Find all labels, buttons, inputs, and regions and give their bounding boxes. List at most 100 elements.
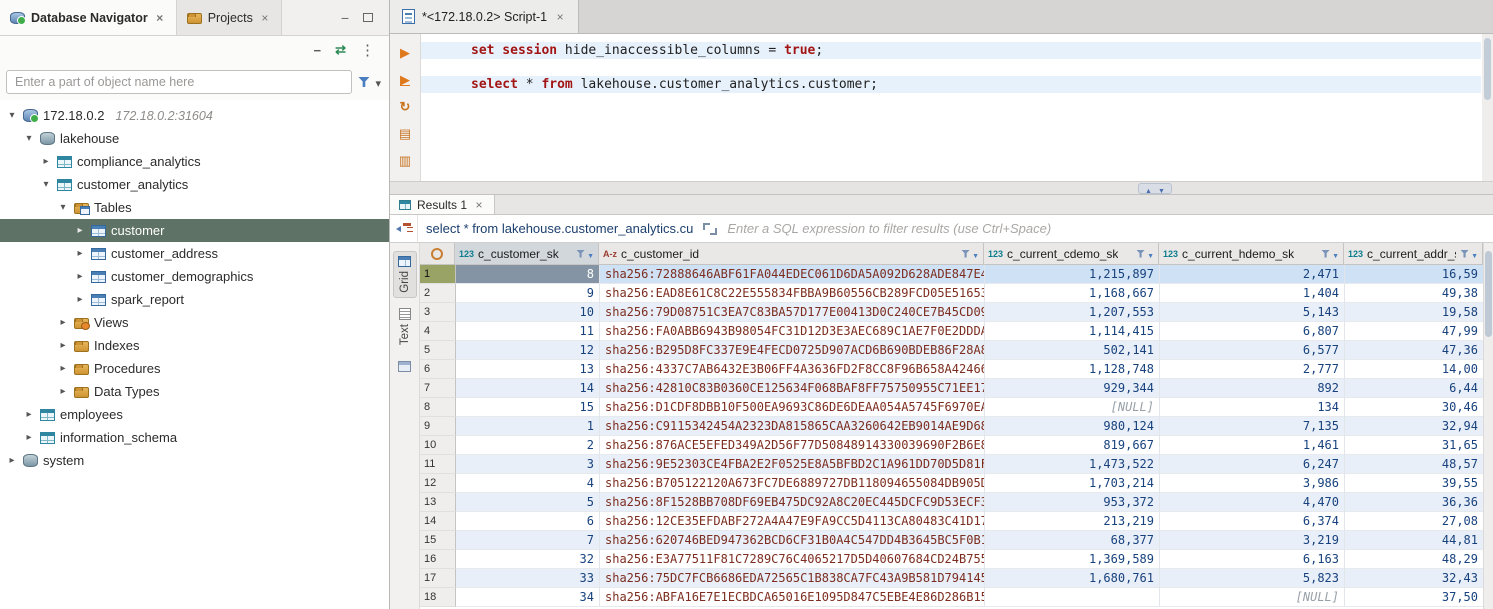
maximize-icon[interactable] (363, 13, 373, 22)
row-number-cell[interactable]: 15 (420, 531, 456, 550)
chevron-right-icon[interactable] (74, 294, 86, 305)
data-cell[interactable]: sha256:B295D8FC337E9E4FECD0725D907ACD6B6… (600, 341, 985, 360)
tree-item-customer-address[interactable]: customer_address (0, 242, 389, 265)
tab-projects[interactable]: Projects (177, 0, 282, 35)
chevron-right-icon[interactable] (23, 432, 35, 443)
row-number-cell[interactable]: 12 (420, 474, 456, 493)
data-cell[interactable]: 8 (456, 265, 600, 284)
data-cell[interactable]: 5 (456, 493, 600, 512)
data-cell[interactable]: 6 (456, 512, 600, 531)
data-cell[interactable]: 32,94 (1345, 417, 1483, 436)
tree-item-customer-analytics[interactable]: customer_analytics (0, 173, 389, 196)
data-cell[interactable] (985, 588, 1160, 607)
row-number-cell[interactable]: 11 (420, 455, 456, 474)
data-cell[interactable]: 9 (456, 284, 600, 303)
chevron-right-icon[interactable] (74, 248, 86, 259)
row-number-cell[interactable]: 16 (420, 550, 456, 569)
sql-line-3[interactable]: select * from lakehouse.customer_analyti… (421, 76, 1481, 93)
view-menu-icon[interactable] (360, 41, 375, 59)
data-cell[interactable]: 49,38 (1345, 284, 1483, 303)
data-cell[interactable]: 3 (456, 455, 600, 474)
tab-database-navigator[interactable]: Database Navigator (0, 0, 177, 35)
data-cell[interactable]: sha256:620746BED947362BCD6CF31B0A4C547DD… (600, 531, 985, 550)
data-cell[interactable]: 1,404 (1160, 284, 1345, 303)
row-number-cell[interactable]: 13 (420, 493, 456, 512)
tree-item-lakehouse[interactable]: lakehouse (0, 127, 389, 150)
tree-item-customer-demographics[interactable]: customer_demographics (0, 265, 389, 288)
data-cell[interactable]: 980,124 (985, 417, 1160, 436)
data-cell[interactable]: 1,114,415 (985, 322, 1160, 341)
data-cell[interactable]: 12 (456, 341, 600, 360)
data-cell[interactable]: 11 (456, 322, 600, 341)
row-number-cell[interactable]: 1 (420, 265, 456, 284)
column-header-c-customer-id[interactable]: A-zc_customer_id (599, 243, 984, 264)
chevron-down-icon[interactable] (40, 179, 52, 190)
data-cell[interactable]: sha256:8F1528BB708DF69EB475DC92A8C20EC44… (600, 493, 985, 512)
tree-item-spark-report[interactable]: spark_report (0, 288, 389, 311)
column-header-c-customer-sk[interactable]: 123c_customer_sk (455, 243, 599, 264)
column-filter-control[interactable] (576, 247, 594, 261)
data-cell[interactable]: 19,58 (1345, 303, 1483, 322)
column-filter-control[interactable] (1321, 247, 1339, 261)
row-number-cell[interactable]: 2 (420, 284, 456, 303)
data-cell[interactable]: 32 (456, 550, 600, 569)
tab-sql-script[interactable]: *<172.18.0.2> Script-1 (390, 0, 579, 33)
data-cell[interactable]: 30,46 (1345, 398, 1483, 417)
data-cell[interactable]: 6,44 (1345, 379, 1483, 398)
data-cell[interactable]: 16,59 (1345, 265, 1483, 284)
column-header-c-current-addr-sk[interactable]: 123c_current_addr_sk (1344, 243, 1483, 264)
data-cell[interactable]: 1,128,748 (985, 360, 1160, 379)
data-cell[interactable]: 4,470 (1160, 493, 1345, 512)
close-icon[interactable] (554, 10, 566, 24)
row-number-cell[interactable]: 10 (420, 436, 456, 455)
close-icon[interactable] (473, 198, 485, 212)
data-cell[interactable]: 34 (456, 588, 600, 607)
row-number-cell[interactable]: 8 (420, 398, 456, 417)
data-cell[interactable]: 48,29 (1345, 550, 1483, 569)
execute-statement-icon[interactable] (396, 44, 414, 62)
row-number-cell[interactable]: 7 (420, 379, 456, 398)
data-cell[interactable]: 48,57 (1345, 455, 1483, 474)
minimize-icon[interactable] (341, 10, 349, 26)
chevron-right-icon[interactable] (6, 455, 18, 466)
data-cell[interactable]: 6,247 (1160, 455, 1345, 474)
show-output-icon[interactable] (396, 152, 414, 170)
row-number-cell[interactable]: 4 (420, 322, 456, 341)
data-cell[interactable]: 1,207,553 (985, 303, 1160, 322)
tree-item-indexes[interactable]: Indexes (0, 334, 389, 357)
data-cell[interactable]: 502,141 (985, 341, 1160, 360)
data-cell[interactable]: 2,471 (1160, 265, 1345, 284)
tree-item-system[interactable]: system (0, 449, 389, 472)
results-filter-input[interactable] (727, 221, 1493, 236)
tree-item-views[interactable]: Views (0, 311, 389, 334)
data-cell[interactable]: [NULL] (985, 398, 1160, 417)
row-number-cell[interactable]: 9 (420, 417, 456, 436)
close-icon[interactable] (259, 11, 271, 25)
data-cell[interactable]: [NULL] (1160, 588, 1345, 607)
scrollbar-thumb[interactable] (1484, 38, 1491, 100)
data-cell[interactable]: 13 (456, 360, 600, 379)
data-cell[interactable]: 68,377 (985, 531, 1160, 550)
data-cell[interactable]: 15 (456, 398, 600, 417)
chevron-right-icon[interactable] (74, 225, 86, 236)
sash-maximize-control[interactable] (1138, 183, 1172, 194)
sql-editor[interactable]: set session hide_inaccessible_columns = … (390, 34, 1493, 181)
row-number-cell[interactable]: 14 (420, 512, 456, 531)
chevron-right-icon[interactable] (23, 409, 35, 420)
data-cell[interactable]: 14,00 (1345, 360, 1483, 379)
data-cell[interactable]: 2 (456, 436, 600, 455)
tree-item-compliance-analytics[interactable]: compliance_analytics (0, 150, 389, 173)
data-cell[interactable]: sha256:42810C83B0360CE125634F068BAF8FF75… (600, 379, 985, 398)
record-mode-icon[interactable] (398, 361, 411, 372)
scrollbar-thumb[interactable] (1485, 251, 1492, 337)
chevron-down-icon[interactable] (6, 110, 18, 121)
data-cell[interactable]: 213,219 (985, 512, 1160, 531)
data-cell[interactable]: 1,168,667 (985, 284, 1160, 303)
editor-scrollbar[interactable] (1482, 34, 1493, 181)
chevron-right-icon[interactable] (74, 271, 86, 282)
data-cell[interactable]: 4 (456, 474, 600, 493)
chevron-right-icon[interactable] (57, 317, 69, 328)
column-header-c-current-cdemo-sk[interactable]: 123c_current_cdemo_sk (984, 243, 1159, 264)
data-cell[interactable]: sha256:9E52303CE4FBA2E2F0525E8A5BFBD2C1A… (600, 455, 985, 474)
data-cell[interactable]: 27,08 (1345, 512, 1483, 531)
